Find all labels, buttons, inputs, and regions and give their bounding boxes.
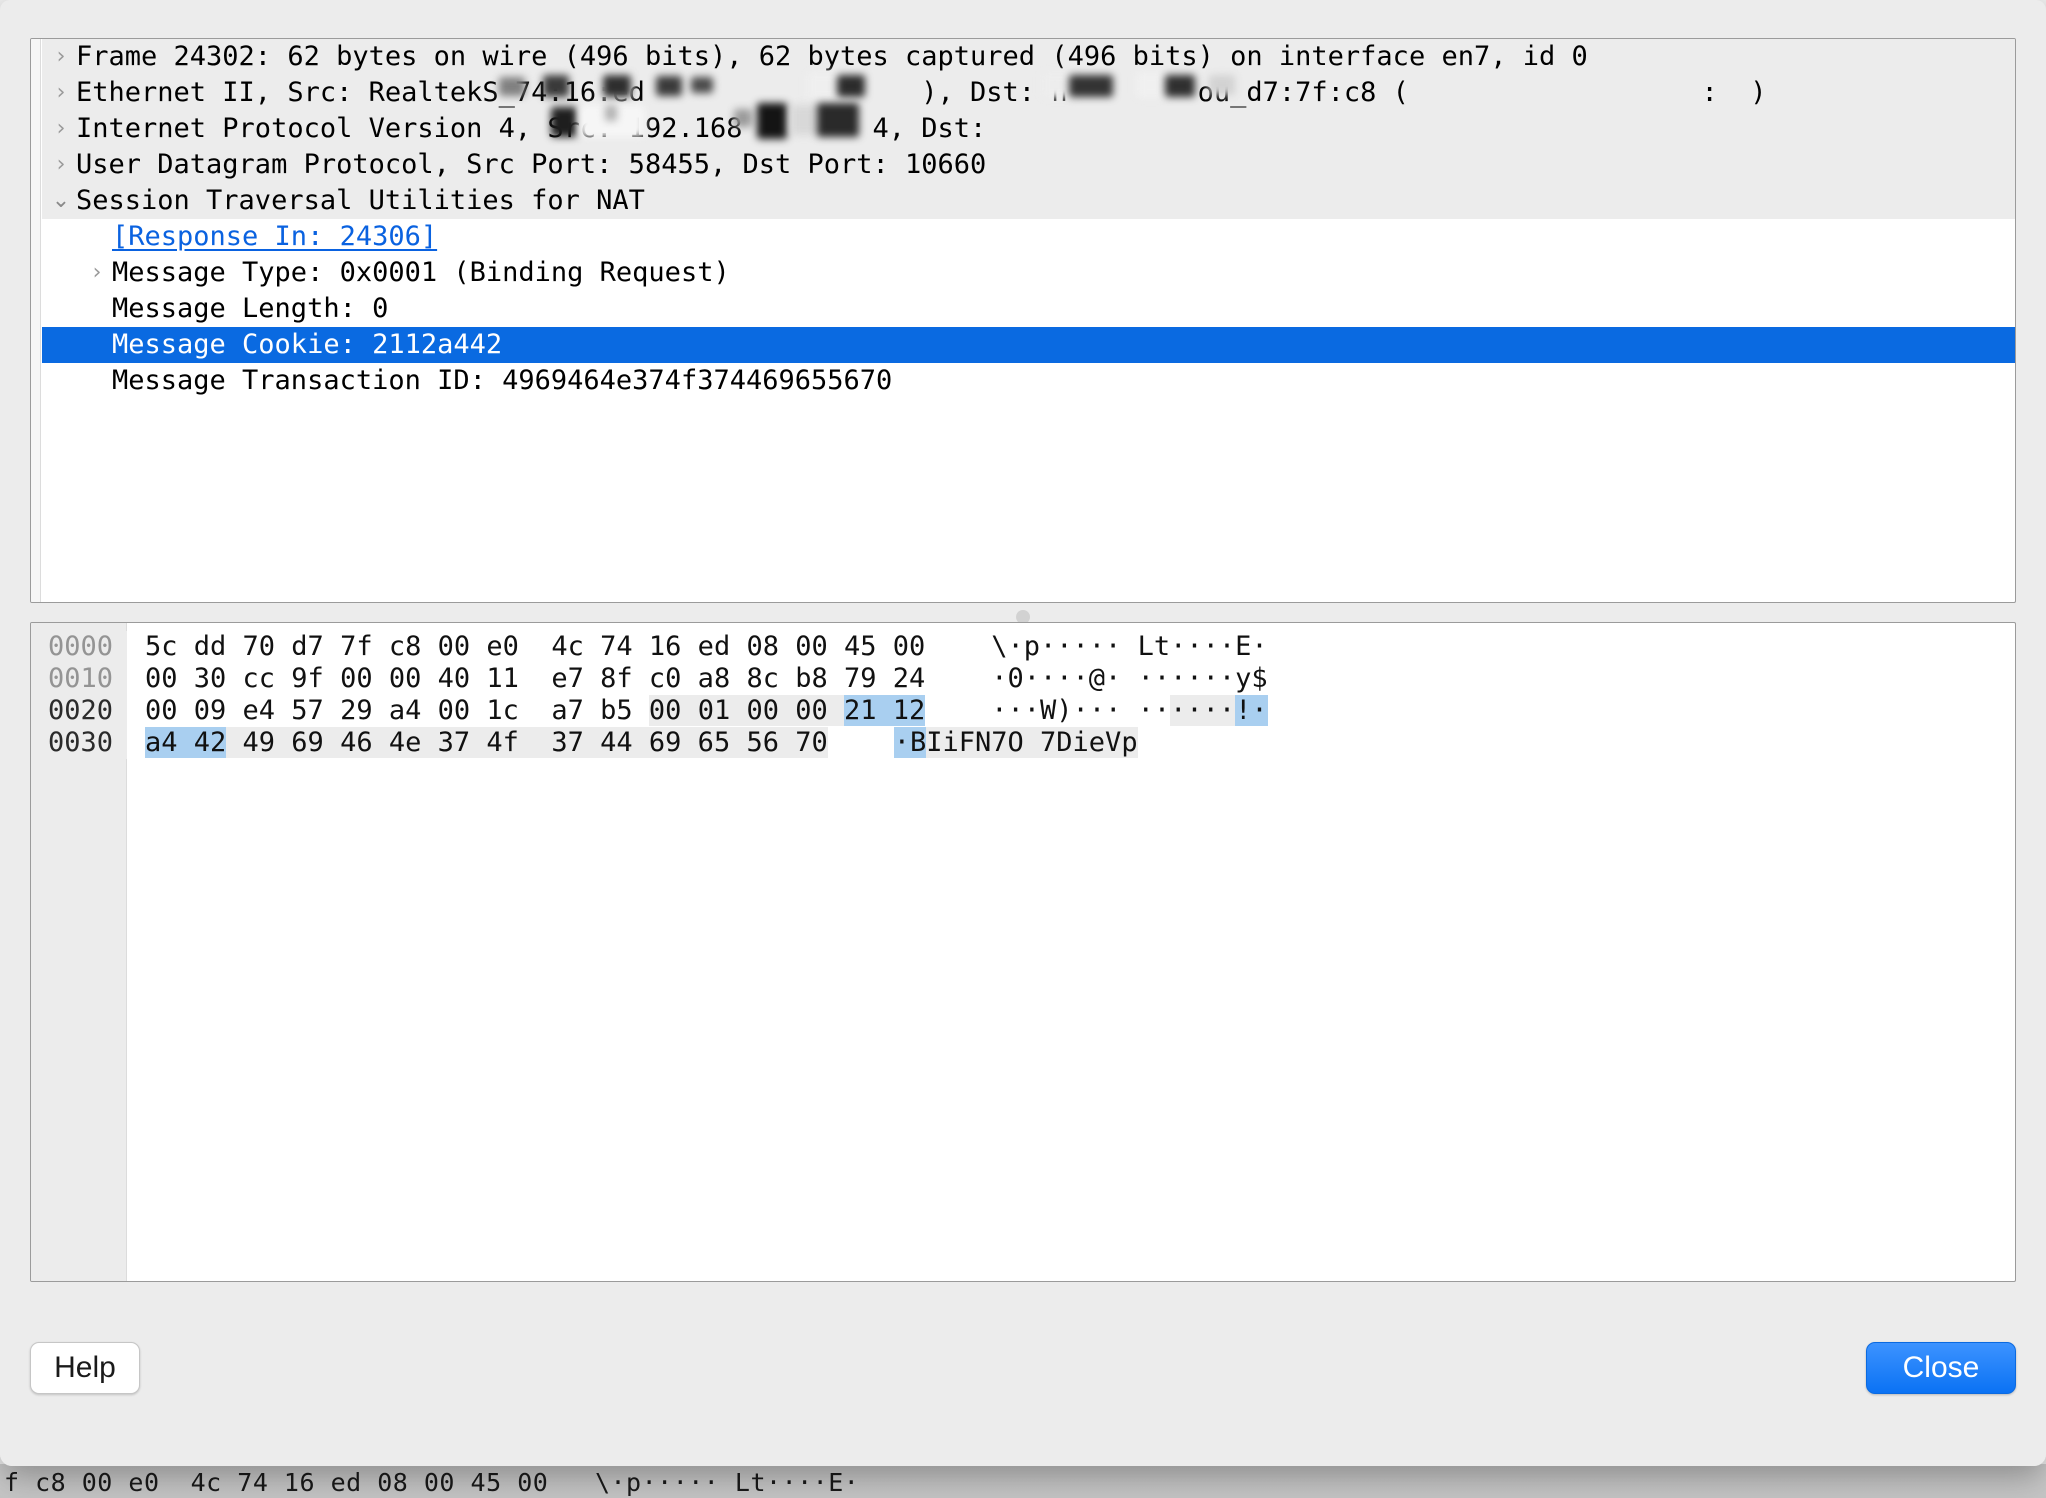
hex-bytes-segment: 5c dd 70 d7 7f c8 00 e0 4c 74 16 ed 08 0…	[145, 631, 926, 662]
protocol-tree-row-label: Session Traversal Utilities for NAT	[76, 185, 645, 216]
hex-bytes-segment: a4 42	[145, 727, 227, 758]
protocol-tree-row-label: Frame 24302: 62 bytes on wire (496 bits)…	[76, 41, 1588, 72]
protocol-tree-row[interactable]: › Ethernet II, Src: RealtekS_74:16:ed ), …	[42, 75, 2015, 111]
chevron-down-icon[interactable]: ⌄	[46, 183, 76, 219]
protocol-tree-row-label: Message Cookie: 2112a442	[112, 329, 503, 360]
chevron-right-icon[interactable]: ›	[46, 39, 76, 75]
chevron-right-icon[interactable]: ›	[46, 75, 76, 111]
hex-dump-pane[interactable]: 0000 5c dd 70 d7 7f c8 00 e0 4c 74 16 ed …	[30, 622, 2016, 1282]
protocol-tree-row-label: Internet Protocol Version 4, Src: 192.16…	[76, 113, 1166, 144]
hex-dump-row[interactable]: 0000 5c dd 70 d7 7f c8 00 e0 4c 74 16 ed …	[31, 631, 1268, 663]
protocol-tree-row[interactable]: › Internet Protocol Version 4, Src: 192.1…	[42, 111, 2015, 147]
hex-ascii-segment: \·p····· Lt····E·	[991, 631, 1268, 662]
protocol-tree-row[interactable]: ⌄ Session Traversal Utilities for NAT	[42, 183, 2015, 219]
background-window-hex-line: f c8 00 e0 4c 74 16 ed 08 00 45 00 \·p··…	[0, 1464, 2046, 1498]
hex-offset-label: 0010	[31, 663, 127, 695]
hex-ascii-cell[interactable]: ·0····@· ······y$	[991, 663, 1267, 695]
help-button[interactable]: Help	[30, 1342, 140, 1394]
hex-ascii-segment: IiFN7O 7DieVp	[926, 727, 1138, 758]
hex-bytes-cell[interactable]: a4 42 49 69 46 4e 37 4f 37 44 69 65 56 7…	[127, 727, 828, 759]
hex-dump-row[interactable]: 0010 00 30 cc 9f 00 00 40 11 e7 8f c0 a8 …	[31, 663, 1268, 695]
dialog-button-bar: Help Close	[0, 1286, 2046, 1466]
response-in-link[interactable]: [Response In: 24306]	[112, 219, 437, 255]
hex-offset-label: 0020	[31, 695, 127, 727]
hex-dump-row[interactable]: 0020 00 09 e4 57 29 a4 00 1c a7 b5 00 01 …	[31, 695, 1268, 727]
hex-ascii-cell[interactable]: ·BIiFN7O 7DieVp	[893, 727, 1138, 759]
hex-bytes-segment: 49 69 46 4e 37 4f 37 44 69 65 56 70	[226, 727, 828, 758]
hex-ascii-segment: ····	[1170, 695, 1236, 726]
hex-bytes-cell[interactable]: 00 30 cc 9f 00 00 40 11 e7 8f c0 a8 8c b…	[127, 663, 925, 695]
protocol-tree-row-label: Message Length: 0	[112, 293, 389, 324]
hex-offset-label: 0000	[31, 631, 127, 663]
protocol-tree-row[interactable]: [Response In: 24306]	[42, 219, 2015, 255]
protocol-detail-pane[interactable]: › Frame 24302: 62 bytes on wire (496 bits…	[30, 38, 2016, 603]
hex-offset-label: 0030	[31, 727, 127, 759]
hex-bytes-segment: 21 12	[844, 695, 926, 726]
hex-bytes-cell[interactable]: 00 09 e4 57 29 a4 00 1c a7 b5 00 01 00 0…	[127, 695, 926, 727]
protocol-tree: › Frame 24302: 62 bytes on wire (496 bits…	[42, 39, 2015, 399]
hex-ascii-segment: ·B	[893, 727, 927, 758]
protocol-tree-row[interactable]: › User Datagram Protocol, Src Port: 58455…	[42, 147, 2015, 183]
protocol-tree-row[interactable]: › Frame 24302: 62 bytes on wire (496 bits…	[42, 39, 2015, 75]
close-button[interactable]: Close	[1866, 1342, 2016, 1394]
chevron-right-icon[interactable]: ›	[46, 111, 76, 147]
hex-bytes-segment: 00 30 cc 9f 00 00 40 11 e7 8f c0 a8 8c b…	[145, 663, 926, 694]
hex-ascii-cell[interactable]: ···W)··· ······!·	[991, 695, 1268, 727]
protocol-tree-row[interactable]: Message Cookie: 2112a442	[42, 327, 2015, 363]
hex-dump-rows: 0000 5c dd 70 d7 7f c8 00 e0 4c 74 16 ed …	[31, 631, 1268, 759]
hex-ascii-segment: ···W)··· ··	[991, 695, 1171, 726]
protocol-tree-row-label: Ethernet II, Src: RealtekS_74:16:ed ), D…	[76, 77, 1767, 108]
packet-detail-dialog: › Frame 24302: 62 bytes on wire (496 bits…	[0, 0, 2046, 1466]
hex-dump-row[interactable]: 0030 a4 42 49 69 46 4e 37 4f 37 44 69 65 …	[31, 727, 1268, 759]
hex-ascii-segment: !·	[1235, 695, 1268, 726]
protocol-tree-row[interactable]: Message Length: 0	[42, 291, 2015, 327]
protocol-tree-row[interactable]: › Message Type: 0x0001 (Binding Request)	[42, 255, 2015, 291]
hex-ascii-cell[interactable]: \·p····· Lt····E·	[991, 631, 1267, 663]
hex-bytes-segment: 00 01 00 00	[648, 695, 844, 726]
protocol-tree-row[interactable]: Message Transaction ID: 4969464e374f3744…	[42, 363, 2015, 399]
hex-bytes-cell[interactable]: 5c dd 70 d7 7f c8 00 e0 4c 74 16 ed 08 0…	[127, 631, 925, 663]
chevron-right-icon[interactable]: ›	[46, 147, 76, 183]
hex-ascii-segment: ·0····@· ······y$	[991, 663, 1268, 694]
detail-pane-scrollbar[interactable]	[31, 39, 41, 602]
protocol-tree-row-label: Message Transaction ID: 4969464e374f3744…	[112, 365, 893, 396]
chevron-right-icon[interactable]: ›	[82, 255, 112, 291]
protocol-tree-row-label: Message Type: 0x0001 (Binding Request)	[112, 257, 730, 288]
protocol-tree-row-label: User Datagram Protocol, Src Port: 58455,…	[76, 149, 987, 180]
hex-bytes-segment: 00 09 e4 57 29 a4 00 1c a7 b5	[145, 695, 649, 726]
